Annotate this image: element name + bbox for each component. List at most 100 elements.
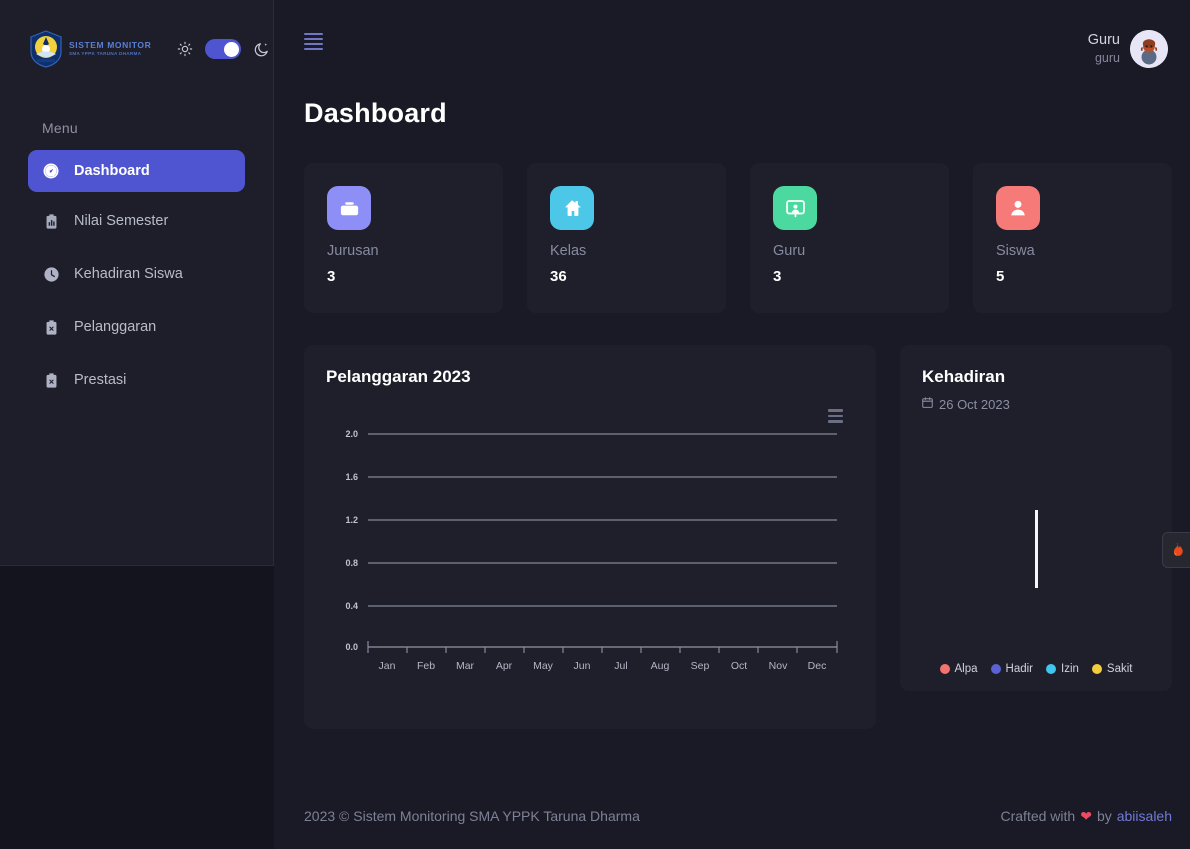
svg-text:1.2: 1.2 [345,515,358,525]
footer-credit: Crafted with ❤ by abiisaleh [1001,808,1173,825]
theme-switch[interactable] [205,39,242,59]
brand[interactable]: SISTEM MONITOR SMA YPPK TARUNA DHARMA [0,0,273,68]
legend-item-sakit[interactable]: Sakit [1091,663,1133,675]
footer-copyright: 2023 © Sistem Monitoring SMA YPPK Taruna… [304,808,640,824]
attendance-legend: Alpa Hadir Izin Sakit [900,663,1172,675]
flame-icon[interactable] [1162,532,1190,568]
briefcase-icon [327,186,371,230]
attendance-pie-chart [900,405,1172,635]
sidebar-item-label: Dashboard [74,163,150,179]
panels-row: Pelanggaran 2023 2.0 1.6 1.2 0.8 0.4 0.0… [274,313,1190,729]
sidebar-item-label: Kehadiran Siswa [74,266,183,282]
stat-label: Jurusan [327,243,379,259]
sidebar-item-label: Prestasi [74,372,127,388]
legend-swatch [1046,664,1057,674]
x-tick: Jun [574,660,591,672]
panel-title: Kehadiran [922,367,1006,386]
stat-label: Guru [773,243,806,259]
sidebar-item-kehadiran-siswa[interactable]: Kehadiran Siswa [28,253,245,295]
brand-text: SISTEM MONITOR SMA YPPK TARUNA DHARMA [69,41,151,56]
x-tick: Aug [651,660,670,672]
x-tick: Apr [496,660,513,672]
heart-icon: ❤ [1080,807,1092,824]
clipboard-star-icon [42,371,60,389]
user-icon [996,186,1040,230]
x-tick: Nov [769,660,788,672]
x-tick: May [533,660,554,672]
panel-title: Pelanggaran 2023 [326,367,471,386]
credit-mid: by [1096,808,1112,824]
svg-text:0.8: 0.8 [345,558,358,568]
legend-swatch [990,664,1001,674]
sidebar-item-prestasi[interactable]: Prestasi [28,359,245,401]
attendance-empty-indicator [1035,510,1038,588]
x-tick: Sep [691,660,710,672]
stat-card-siswa[interactable]: Siswa 5 [973,163,1172,313]
sidebar-item-label: Pelanggaran [74,319,157,335]
brand-title: SISTEM MONITOR [69,40,152,51]
user-role: guru [1094,51,1120,66]
svg-text:0.4: 0.4 [345,601,358,611]
stat-card-guru[interactable]: Guru 3 [750,163,949,313]
clock-icon [42,265,60,283]
sidebar-item-dashboard[interactable]: Dashboard [28,150,245,192]
x-tick: Oct [731,660,747,672]
stat-card-jurusan[interactable]: Jurusan 3 [304,163,503,313]
svg-text:2.0: 2.0 [345,429,358,439]
violation-line-chart: 2.0 1.6 1.2 0.8 0.4 0.0 Jan Feb Mar Apr … [304,401,876,691]
clipboard-chart-icon [42,212,60,230]
gauge-icon [42,162,60,180]
x-tick: Jan [379,660,396,672]
legend-label: Alpa [954,663,978,675]
violation-chart-panel: Pelanggaran 2023 2.0 1.6 1.2 0.8 0.4 0.0… [304,345,876,729]
user-text: Guru guru [1088,31,1120,67]
clipboard-x-icon [42,318,60,336]
brand-subtitle: SMA YPPK TARUNA DHARMA [69,50,142,56]
stats-row: Jurusan 3 Kelas 36 Guru 3 Siswa 5 [274,129,1190,313]
legend-swatch [939,664,950,674]
x-tick: Feb [417,660,435,672]
stat-label: Siswa [996,243,1035,259]
legend-swatch [1091,664,1102,674]
stat-value: 36 [550,268,567,285]
user-menu[interactable]: Guru guru [1088,30,1172,68]
svg-text:1.6: 1.6 [345,472,358,482]
legend-label: Izin [1061,663,1079,675]
legend-label: Hadir [1005,663,1034,675]
legend-label: Sakit [1106,663,1133,675]
legend-item-hadir[interactable]: Hadir [990,663,1034,675]
stat-label: Kelas [550,243,587,259]
footer: 2023 © Sistem Monitoring SMA YPPK Taruna… [274,783,1190,849]
stat-value: 3 [773,268,782,285]
svg-text:0.0: 0.0 [345,642,358,652]
home-icon [550,186,594,230]
author-link[interactable]: abiisaleh [1117,808,1172,824]
sun-icon[interactable] [177,41,193,57]
sidebar-section-label: Menu [42,120,78,136]
avatar[interactable] [1130,30,1168,68]
moon-star-icon[interactable] [253,41,270,58]
user-name: Guru [1087,31,1120,48]
theme-toggle-group [177,39,270,59]
school-crest-logo [28,30,64,68]
sidebar: SISTEM MONITOR SMA YPPK TARUNA DHARMA Me… [0,0,274,566]
stat-value: 5 [996,268,1005,285]
main-content: Guru guru Dashboard Jurusan 3 Kelas 36 G… [274,0,1190,849]
x-tick: Dec [808,660,827,672]
sidebar-nav: Dashboard Nilai Semester Kehadiran Siswa… [0,150,273,401]
teacher-board-icon [773,186,817,230]
sidebar-item-nilai-semester[interactable]: Nilai Semester [28,200,245,242]
x-tick: Mar [456,660,475,672]
hamburger-menu-icon[interactable] [304,30,323,50]
stat-card-kelas[interactable]: Kelas 36 [527,163,726,313]
stat-value: 3 [327,268,336,285]
page-title: Dashboard [304,98,447,128]
attendance-panel: Kehadiran 26 Oct 2023 Alpa Hadir Izin Sa… [900,345,1172,691]
sidebar-item-label: Nilai Semester [74,213,169,229]
legend-item-izin[interactable]: Izin [1046,663,1079,675]
topbar: Guru guru [274,0,1190,82]
x-tick: Jul [614,660,627,672]
credit-prefix: Crafted with [1000,808,1076,824]
legend-item-alpa[interactable]: Alpa [939,663,978,675]
sidebar-item-pelanggaran[interactable]: Pelanggaran [28,306,245,348]
